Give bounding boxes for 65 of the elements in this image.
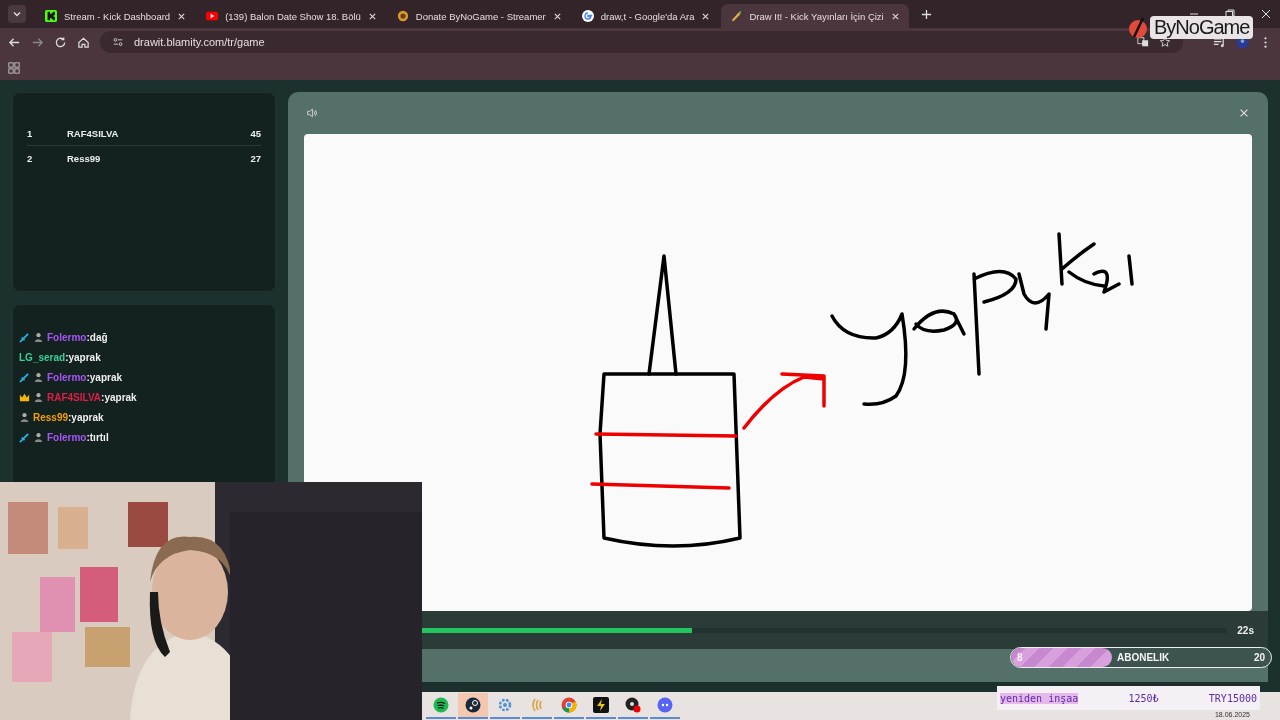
chat-message: Ress99:yaprak (33, 411, 104, 423)
apps-grid-icon[interactable] (8, 62, 20, 74)
donation-amount: 1250₺ (1128, 692, 1159, 704)
browser-tab[interactable]: Stream - Kick Dashboard (36, 4, 196, 28)
person-icon (33, 371, 44, 383)
taskbar-app[interactable] (458, 693, 488, 719)
play-logo-icon (206, 10, 219, 22)
k-logo-icon (45, 10, 57, 22)
browser-tab[interactable]: Draw It! - Kick Yayınları İçin Çizi (721, 4, 909, 28)
brush-icon (730, 10, 743, 22)
person-icon (33, 431, 44, 443)
drawing-canvas[interactable] (304, 134, 1252, 611)
close-icon[interactable] (552, 11, 562, 21)
record-icon (625, 697, 641, 713)
g-logo-icon (581, 10, 594, 22)
brand-logo: ByNoGame (1128, 16, 1254, 39)
site-settings-icon[interactable] (112, 36, 124, 48)
close-icon[interactable] (890, 11, 900, 21)
browser-tab[interactable]: Donate ByNoGame - Streamer (387, 4, 571, 28)
speaker-icon[interactable] (306, 107, 318, 119)
chevron-down-icon (12, 9, 22, 19)
chat-message: RAF4SILVA:yaprak (47, 391, 137, 403)
new-tab-icon[interactable] (920, 8, 932, 20)
chat-message: Folermo:dağ (47, 331, 108, 343)
gear-circle-icon (465, 697, 481, 713)
rank-number: 2 (27, 152, 34, 164)
goal-target: 20 (1253, 652, 1265, 663)
close-icon[interactable] (367, 11, 377, 21)
player-name: RAF4SILVA (67, 127, 120, 139)
person-icon (19, 411, 30, 423)
donation-total: TRY15000 (1208, 692, 1257, 704)
donation-message: yeniden inşaa (1000, 692, 1079, 704)
browser-tab[interactable]: (139) Balon Date Show 18. Bölü (197, 4, 386, 28)
bolt-square-icon (593, 697, 609, 713)
browser-tab[interactable]: draw,t - Google'da Ara (572, 4, 720, 28)
music-circle-icon (433, 697, 449, 713)
home-icon[interactable] (77, 35, 90, 49)
close-icon[interactable] (701, 11, 711, 21)
player-score: 45 (250, 127, 261, 139)
sword-icon (19, 331, 30, 343)
chat-message: LG_serad:yaprak (19, 351, 101, 363)
time-remaining: 22s (1237, 624, 1254, 636)
gear-icon (497, 697, 513, 713)
chat-message: Folermo:tırtıl (47, 431, 109, 443)
crown-icon (19, 391, 30, 403)
goal-current: 8 (1017, 652, 1024, 663)
sword-icon (19, 431, 30, 443)
chat-message: Folermo:yaprak (47, 371, 123, 383)
tab-search-button[interactable] (8, 5, 26, 23)
player-score: 27 (250, 152, 261, 164)
reload-icon[interactable] (54, 35, 67, 49)
chat-bubble-icon (657, 697, 673, 713)
rank-number: 1 (27, 127, 34, 139)
person-icon (33, 331, 44, 343)
pen-emblem-icon (1128, 16, 1148, 39)
close-icon[interactable] (1260, 8, 1272, 20)
translate-icon[interactable] (1137, 36, 1149, 48)
person-icon (33, 391, 44, 403)
player-name: Ress99 (67, 152, 102, 164)
sword-icon (19, 371, 30, 383)
browser-logo-icon (561, 697, 577, 713)
close-icon[interactable] (177, 11, 187, 21)
goal-label: ABONELIK (1117, 652, 1171, 663)
sound-waves-icon (529, 697, 545, 713)
star-icon[interactable] (1159, 36, 1171, 48)
